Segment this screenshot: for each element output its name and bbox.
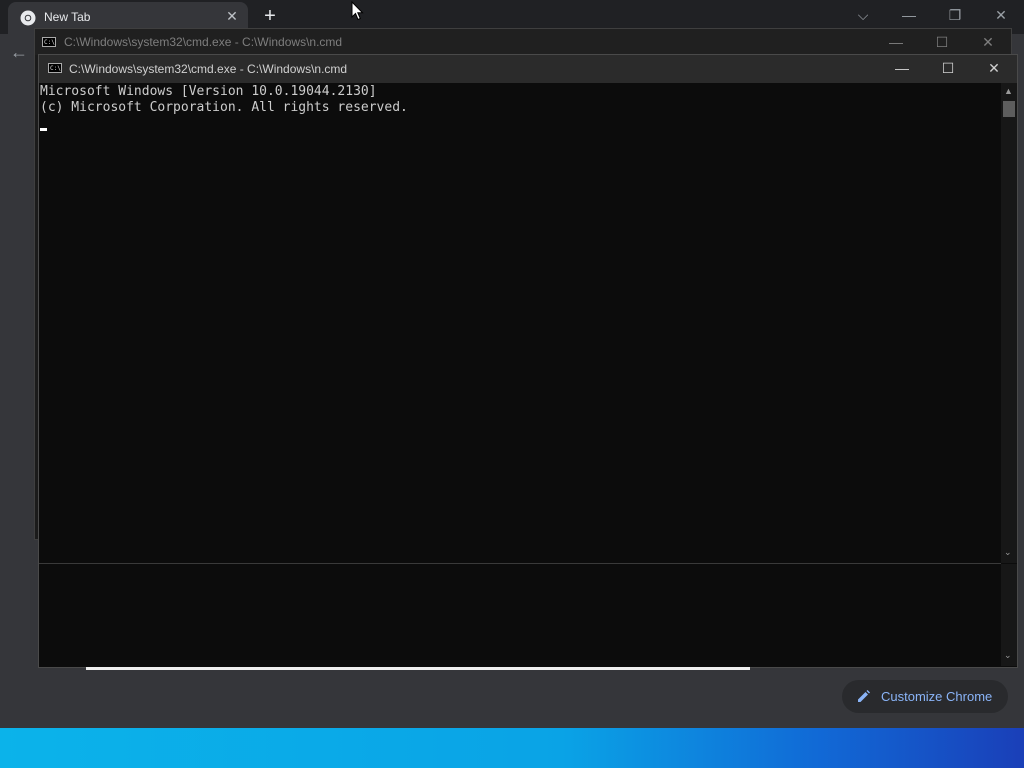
close-window-button[interactable]: ✕	[978, 0, 1024, 30]
cmd-title-background: C:\Windows\system32\cmd.exe - C:\Windows…	[64, 35, 343, 49]
scroll-up-icon[interactable]: ▲	[1004, 86, 1013, 96]
close-icon[interactable]: ✕	[971, 55, 1017, 81]
new-tab-button[interactable]: +	[258, 4, 282, 28]
tab-search-icon[interactable]: ⌵	[840, 0, 886, 30]
cmd-title: C:\Windows\system32\cmd.exe - C:\Windows…	[69, 62, 348, 76]
cmd-app-icon: C:\	[48, 63, 62, 73]
scroll-thumb[interactable]	[1003, 101, 1015, 117]
console-line: Microsoft Windows [Version 10.0.19044.21…	[40, 84, 377, 99]
pencil-icon	[858, 690, 870, 702]
minimize-icon[interactable]: —	[879, 55, 925, 81]
maximize-icon[interactable]: ☐	[919, 29, 965, 55]
customize-chrome-label: Customize Chrome	[881, 689, 993, 704]
console-scrollbar[interactable]: ▲ ⌄	[1001, 83, 1017, 563]
cmd-app-icon: C:\	[42, 37, 56, 47]
text-cursor	[40, 128, 47, 131]
close-icon[interactable]: ✕	[965, 29, 1011, 55]
cmd-titlebar-background[interactable]: C:\ C:\Windows\system32\cmd.exe - C:\Win…	[35, 29, 1011, 55]
restore-button[interactable]: ❐	[932, 0, 978, 30]
back-arrow-icon[interactable]: ←	[10, 42, 32, 62]
cmd-window-foreground[interactable]: C:\ C:\Windows\system32\cmd.exe - C:\Win…	[38, 54, 1018, 668]
shortcut-bar-edge	[86, 667, 750, 670]
tab-close-icon[interactable]: ✕	[224, 8, 240, 26]
maximize-icon[interactable]: ☐	[925, 55, 971, 81]
scroll-down-icon[interactable]: ⌄	[1004, 650, 1012, 661]
console-output[interactable]: Microsoft Windows [Version 10.0.19044.21…	[39, 83, 1001, 563]
console-output-lower[interactable]	[39, 564, 1001, 666]
console-scrollbar-lower[interactable]: ⌄	[1001, 564, 1017, 666]
minimize-button[interactable]: —	[886, 0, 932, 30]
tab-title: New Tab	[44, 10, 91, 24]
console-line: (c) Microsoft Corporation. All rights re…	[40, 100, 408, 115]
scroll-down-icon[interactable]: ⌄	[1004, 547, 1012, 558]
cmd-titlebar[interactable]: C:\ C:\Windows\system32\cmd.exe - C:\Win…	[39, 55, 1017, 83]
customize-chrome-button[interactable]: Customize Chrome	[842, 680, 1008, 713]
chrome-logo-icon	[20, 10, 36, 26]
mouse-cursor-icon	[351, 1, 364, 21]
windows-taskbar[interactable]	[0, 728, 1024, 768]
minimize-icon[interactable]: —	[873, 29, 919, 55]
